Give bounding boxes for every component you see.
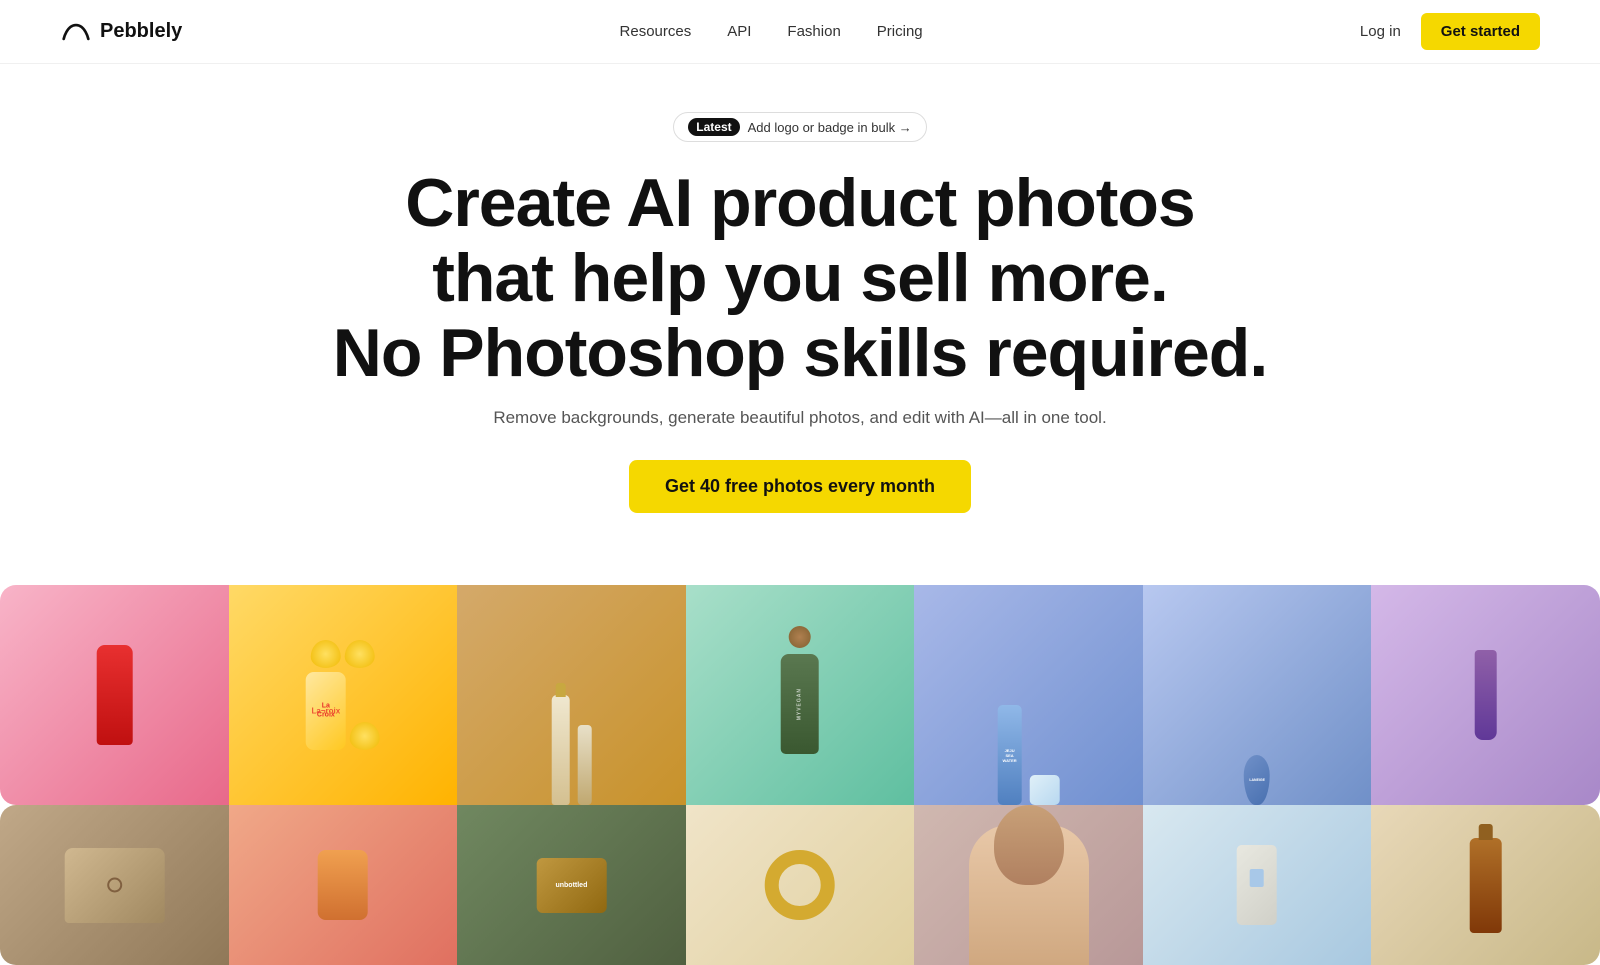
- gallery-row-1: La Croix MYVEGAN JEJU: [0, 585, 1600, 805]
- nav-link-api[interactable]: API: [727, 23, 751, 40]
- gallery-item-curology: [1371, 585, 1600, 805]
- gallery-item-lacroix: La Croix: [229, 585, 458, 805]
- hero-title-line2: that help you sell more.: [432, 240, 1168, 316]
- lemons: La Croix: [303, 640, 383, 750]
- nav-actions: Log in Get started: [1360, 13, 1540, 50]
- gallery-item-serum: [457, 585, 686, 805]
- logo[interactable]: Pebblely: [60, 20, 182, 43]
- gallery-item-skii: [0, 585, 229, 805]
- gallery-item-room: [1143, 805, 1372, 965]
- nav-link-pricing[interactable]: Pricing: [877, 23, 923, 40]
- gallery-item-brown-bottle: [1371, 805, 1600, 965]
- hero-section: Latest Add logo or badge in bulk → Creat…: [0, 64, 1600, 545]
- hero-title: Create AI product photos that help you s…: [20, 166, 1580, 390]
- skii-bottle: [96, 645, 132, 745]
- login-link[interactable]: Log in: [1360, 23, 1401, 40]
- nav-links: Resources API Fashion Pricing: [620, 23, 923, 40]
- cta-button[interactable]: Get 40 free photos every month: [629, 460, 971, 513]
- nav-link-resources[interactable]: Resources: [620, 23, 692, 40]
- gallery-item-unbottled: unbottled: [457, 805, 686, 965]
- nav-link-fashion[interactable]: Fashion: [787, 23, 840, 40]
- gallery-row-2: unbottled: [0, 805, 1600, 965]
- ring: [765, 850, 835, 920]
- logo-icon: [60, 22, 92, 42]
- badge-text: Add logo or badge in bulk →: [748, 120, 912, 135]
- badge-pill[interactable]: Latest Add logo or badge in bulk →: [673, 112, 926, 142]
- hero-title-line1: Create AI product photos: [405, 165, 1195, 241]
- logo-text: Pebblely: [100, 20, 182, 43]
- gallery-item-ring: [686, 805, 915, 965]
- navbar: Pebblely Resources API Fashion Pricing L…: [0, 0, 1600, 64]
- gallery-item-jeju: JEJU SEA WATER: [914, 585, 1143, 805]
- get-started-button[interactable]: Get started: [1421, 13, 1540, 50]
- badge-tag: Latest: [688, 118, 739, 136]
- gallery-item-necklace: [914, 805, 1143, 965]
- hero-subtitle: Remove backgrounds, generate beautiful p…: [20, 408, 1580, 428]
- gallery-item-laneige: LANEIGE: [1143, 585, 1372, 805]
- gallery-item-leather: [0, 805, 229, 965]
- gallery-item-myvegan: MYVEGAN: [686, 585, 915, 805]
- gallery-item-orange-product: [229, 805, 458, 965]
- hero-title-line3: No Photoshop skills required.: [333, 315, 1267, 391]
